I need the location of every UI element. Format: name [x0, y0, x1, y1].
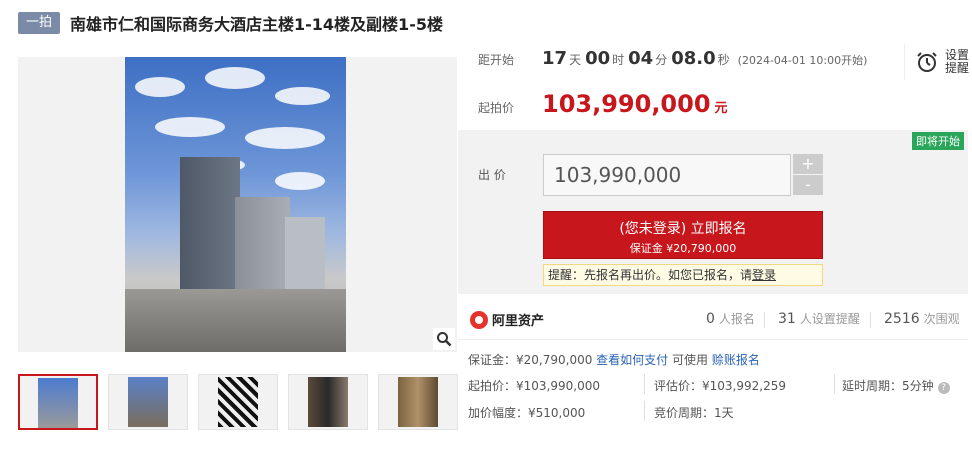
views-label: 次围观: [923, 312, 960, 326]
deposit-row: 保证金：¥20,790,000 查看如何支付 可使用 赊账报名: [468, 351, 760, 368]
start-time-note: (2024-04-01 10:00开始): [737, 54, 868, 67]
login-tip: 提醒：先报名再出价。如您已报名，请登录: [543, 264, 823, 286]
signups-count: 0: [706, 311, 715, 327]
countdown-days: 17: [542, 48, 568, 69]
deposit-text: 保证金：¥20,790,000: [468, 353, 593, 367]
seconds-unit: 秒: [717, 53, 730, 67]
property-photo: [125, 57, 346, 352]
bid-panel: 即将开始 出 价 103,990,000 + - (您未登录) 立即报名 保证金…: [458, 130, 968, 294]
views-count: 2516: [884, 311, 920, 327]
zoom-icon[interactable]: [433, 328, 455, 350]
start-price-label: 起拍价: [478, 101, 515, 115]
detail-assessed-price: 评估价：¥103,992,259: [654, 379, 786, 393]
login-link[interactable]: 登录: [752, 268, 776, 282]
bid-label: 出 价: [478, 168, 506, 182]
countdown: 距开始 17 天 00 时 04 分 08.0 秒 (2024-04-01 10:00开…: [478, 48, 867, 69]
help-icon[interactable]: ?: [937, 382, 950, 394]
countdown-hours: 00: [585, 48, 611, 69]
thumbnail-1[interactable]: [18, 374, 98, 430]
detail-delay-period: 延时周期：5分钟?: [842, 377, 950, 394]
decrease-bid-button[interactable]: -: [793, 175, 823, 195]
countdown-minutes: 04: [628, 48, 654, 69]
alarm-clock-icon: [917, 52, 937, 72]
brand: 阿里资产: [470, 310, 544, 329]
views-stat: 2516 次围观: [884, 310, 960, 327]
days-unit: 天: [569, 53, 582, 67]
signups-stat: 0 人报名: [706, 310, 755, 327]
hours-unit: 时: [612, 53, 625, 67]
start-price-unit: 元: [714, 101, 728, 116]
delay-text: 延时周期：5分钟: [842, 379, 934, 393]
status-badge: 即将开始: [912, 132, 964, 150]
detail-start-price: 起拍价：¥103,990,000: [468, 379, 600, 393]
auction-round-tag: 一拍: [18, 12, 61, 34]
how-to-pay-link[interactable]: 查看如何支付: [596, 353, 668, 367]
thumbnail-strip: [18, 374, 468, 430]
thumbnail-2[interactable]: [108, 374, 188, 430]
reminders-count: 31: [778, 311, 796, 327]
register-button-label: (您未登录) 立即报名: [619, 221, 747, 237]
credit-signup-link[interactable]: 赊账报名: [712, 353, 760, 367]
thumbnail-4[interactable]: [288, 374, 368, 430]
tip-text: 提醒：先报名再出价。如您已报名，请: [548, 268, 753, 282]
increase-bid-button[interactable]: +: [793, 154, 823, 174]
register-button[interactable]: (您未登录) 立即报名 保证金 ¥20,790,000: [543, 211, 823, 259]
start-price-row: 起拍价 103,990,000 元: [478, 90, 728, 118]
signups-label: 人报名: [718, 312, 755, 326]
start-price-value: 103,990,000: [542, 90, 711, 118]
stats-bar: 阿里资产 0 人报名 31 人设置提醒 2516 次围观: [458, 300, 968, 340]
countdown-seconds: 08.0: [671, 48, 716, 69]
page-title: 南雄市仁和国际商务大酒店主楼1-14楼及副楼1-5楼: [70, 15, 443, 34]
main-image-viewer[interactable]: [18, 57, 457, 352]
brand-name: 阿里资产: [492, 314, 545, 329]
thumbnail-5[interactable]: [378, 374, 458, 430]
title-row: 一拍 南雄市仁和国际商务大酒店主楼1-14楼及副楼1-5楼: [18, 10, 443, 36]
thumbnail-3[interactable]: [198, 374, 278, 430]
detail-bid-cycle: 竞价周期：1天: [654, 406, 734, 420]
ali-assets-logo-icon: [470, 310, 488, 329]
bid-amount-input[interactable]: 103,990,000: [543, 154, 791, 196]
reminders-stat: 31 人设置提醒: [778, 310, 860, 327]
register-deposit-note: 保证金 ¥20,790,000: [629, 242, 737, 255]
set-reminder-button[interactable]: 设置提醒: [904, 44, 971, 80]
reminders-label: 人设置提醒: [799, 312, 860, 326]
reminder-label: 设置提醒: [945, 48, 970, 75]
countdown-label: 距开始: [478, 53, 515, 67]
can-use-text: 可使用: [672, 353, 709, 367]
minutes-unit: 分: [655, 53, 668, 67]
detail-increment: 加价幅度：¥510,000: [468, 406, 586, 420]
